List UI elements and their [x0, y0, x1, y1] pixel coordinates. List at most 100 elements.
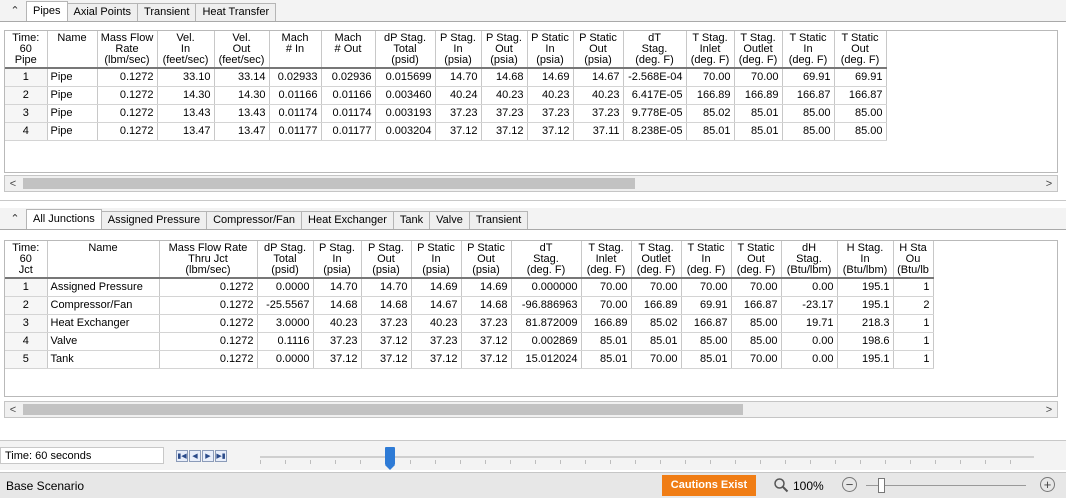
value-cell[interactable]: 0.1272 — [159, 278, 258, 297]
tab-compressor-fan[interactable]: Compressor/Fan — [206, 211, 303, 229]
value-cell[interactable]: 85.00 — [731, 314, 782, 333]
tab-assigned-pressure[interactable]: Assigned Pressure — [100, 211, 208, 229]
value-cell[interactable]: 0.003193 — [375, 104, 436, 123]
tab-all-junctions[interactable]: All Junctions — [26, 209, 102, 229]
value-cell[interactable]: 0.00 — [781, 350, 838, 369]
tab-tank[interactable]: Tank — [392, 211, 431, 229]
row-number-cell[interactable]: 3 — [5, 104, 48, 123]
column-header[interactable]: dT Stag. (deg. F) — [623, 31, 687, 69]
column-header[interactable]: Time: 60 Pipe — [5, 31, 48, 69]
value-cell[interactable]: 0.00 — [781, 332, 838, 351]
value-cell[interactable]: 69.91 — [681, 296, 732, 315]
value-cell[interactable]: 85.01 — [734, 122, 783, 141]
value-cell[interactable]: 37.12 — [435, 122, 482, 141]
column-header[interactable]: Name — [47, 241, 160, 279]
value-cell[interactable]: -23.17 — [781, 296, 838, 315]
value-cell[interactable]: 0.0000 — [257, 278, 314, 297]
value-cell[interactable]: 70.00 — [681, 278, 732, 297]
value-cell[interactable]: 85.00 — [731, 332, 782, 351]
value-cell[interactable]: 85.01 — [581, 332, 632, 351]
column-header[interactable]: P Stag. Out (psia) — [481, 31, 528, 69]
chevron-right-icon[interactable]: > — [1041, 402, 1057, 417]
value-cell[interactable]: 14.67 — [573, 68, 624, 87]
value-cell[interactable]: 85.02 — [686, 104, 735, 123]
table-row[interactable]: 5 Tank 0.1272 0.0000 37.12 37.12 37.12 37.12 15.… — [5, 350, 934, 369]
zoom-slider-thumb[interactable] — [878, 478, 885, 493]
value-cell[interactable]: 9.778E-05 — [623, 104, 687, 123]
table-row[interactable]: 3 Pipe 0.1272 13.43 13.43 0.01174 0.01174 0.003… — [5, 104, 887, 123]
value-cell[interactable]: 85.00 — [834, 122, 887, 141]
column-header[interactable]: T Stag. Outlet (deg. F) — [631, 241, 682, 279]
value-cell[interactable]: 85.01 — [686, 122, 735, 141]
value-cell[interactable]: 19.71 — [781, 314, 838, 333]
value-cell[interactable]: 69.91 — [782, 68, 835, 87]
value-cell[interactable]: 0.1272 — [97, 104, 158, 123]
value-cell[interactable]: 85.02 — [631, 314, 682, 333]
value-cell[interactable]: 14.69 — [527, 68, 574, 87]
value-cell[interactable]: 70.00 — [581, 296, 632, 315]
chevron-right-icon[interactable]: > — [1041, 176, 1057, 191]
collapse-icon[interactable]: ⌃ — [4, 209, 26, 229]
value-cell[interactable]: 1 — [893, 332, 934, 351]
value-cell[interactable]: 37.23 — [313, 332, 362, 351]
column-header[interactable]: dP Stag. Total (psid) — [375, 31, 436, 69]
value-cell[interactable]: 14.69 — [411, 278, 462, 297]
column-header[interactable]: Vel. Out (feet/sec) — [214, 31, 270, 69]
value-cell[interactable]: 85.01 — [734, 104, 783, 123]
value-cell[interactable]: 0.01166 — [269, 86, 322, 105]
row-number-cell[interactable]: 1 — [5, 68, 48, 87]
value-cell[interactable]: 37.11 — [573, 122, 624, 141]
tab-transient[interactable]: Transient — [468, 211, 529, 229]
column-header[interactable]: Vel. In (feet/sec) — [157, 31, 215, 69]
column-header[interactable]: P Stag. Out (psia) — [361, 241, 412, 279]
value-cell[interactable]: 85.00 — [681, 332, 732, 351]
value-cell[interactable]: 37.23 — [461, 314, 512, 333]
value-cell[interactable]: 85.01 — [631, 332, 682, 351]
chevron-left-icon[interactable]: < — [5, 402, 21, 417]
value-cell[interactable]: 40.24 — [435, 86, 482, 105]
chevron-left-icon[interactable]: < — [5, 176, 21, 191]
step-forward-icon[interactable]: ▶ — [202, 450, 214, 462]
value-cell[interactable]: 40.23 — [411, 314, 462, 333]
zoom-in-icon[interactable]: + — [1040, 477, 1055, 492]
column-header[interactable]: T Stag. Inlet (deg. F) — [581, 241, 632, 279]
value-cell[interactable]: 1 — [893, 350, 934, 369]
value-cell[interactable]: 2 — [893, 296, 934, 315]
value-cell[interactable]: 85.00 — [782, 122, 835, 141]
row-number-cell[interactable]: 5 — [5, 350, 48, 369]
value-cell[interactable]: 14.68 — [461, 296, 512, 315]
value-cell[interactable]: 0.1272 — [159, 296, 258, 315]
value-cell[interactable]: 0.01166 — [321, 86, 376, 105]
value-cell[interactable]: 37.12 — [481, 122, 528, 141]
column-header[interactable]: P Stag. In (psia) — [435, 31, 482, 69]
value-cell[interactable]: 85.00 — [782, 104, 835, 123]
name-cell[interactable]: Assigned Pressure — [47, 278, 160, 297]
value-cell[interactable]: 0.1272 — [159, 350, 258, 369]
column-header[interactable]: T Stag. Outlet (deg. F) — [734, 31, 783, 69]
table-row[interactable]: 3 Heat Exchanger 0.1272 3.0000 40.23 37.23 40.… — [5, 314, 934, 333]
value-cell[interactable]: 0.003204 — [375, 122, 436, 141]
value-cell[interactable]: 0.01177 — [321, 122, 376, 141]
value-cell[interactable]: 0.01174 — [321, 104, 376, 123]
scrollbar-thumb[interactable] — [23, 404, 743, 415]
value-cell[interactable]: 37.23 — [361, 314, 412, 333]
value-cell[interactable]: 40.23 — [573, 86, 624, 105]
name-cell[interactable]: Pipe — [47, 68, 98, 87]
value-cell[interactable]: 70.00 — [631, 350, 682, 369]
value-cell[interactable]: 0.1116 — [257, 332, 314, 351]
value-cell[interactable]: 195.1 — [837, 278, 894, 297]
column-header[interactable]: T Static In (deg. F) — [782, 31, 835, 69]
table-row[interactable]: 1 Assigned Pressure 0.1272 0.0000 14.70 14.70… — [5, 278, 934, 297]
value-cell[interactable]: 14.67 — [411, 296, 462, 315]
skip-to-end-icon[interactable]: ▶▮ — [215, 450, 227, 462]
column-header[interactable]: Name — [47, 31, 98, 69]
value-cell[interactable]: 166.87 — [834, 86, 887, 105]
column-header[interactable]: Time: 60 Jct — [5, 241, 48, 279]
value-cell[interactable]: 37.23 — [435, 104, 482, 123]
value-cell[interactable]: 15.012024 — [511, 350, 582, 369]
value-cell[interactable]: 33.10 — [157, 68, 215, 87]
column-header[interactable]: P Static In (psia) — [527, 31, 574, 69]
value-cell[interactable]: 14.68 — [313, 296, 362, 315]
value-cell[interactable]: 70.00 — [731, 278, 782, 297]
row-number-cell[interactable]: 4 — [5, 332, 48, 351]
